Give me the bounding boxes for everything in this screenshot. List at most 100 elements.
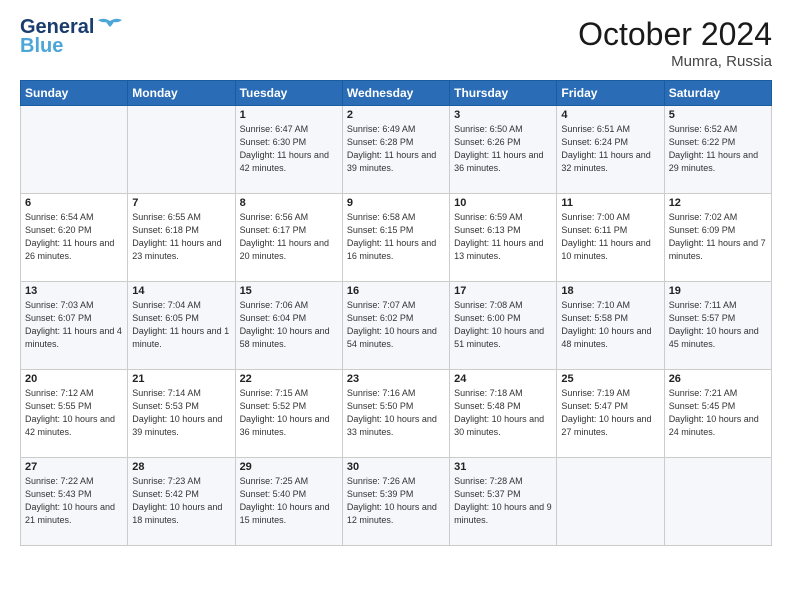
day-info: Sunrise: 7:07 AM Sunset: 6:02 PM Dayligh… [347,299,445,351]
day-info: Sunrise: 7:26 AM Sunset: 5:39 PM Dayligh… [347,475,445,527]
calendar-cell: 30 Sunrise: 7:26 AM Sunset: 5:39 PM Dayli… [342,458,449,546]
calendar-cell: 19Sunrise: 7:11 AM Sunset: 5:57 PM Dayli… [664,282,771,370]
day-number: 22 [240,373,338,385]
calendar-week-row: 20 Sunrise: 7:12 AM Sunset: 5:55 PM Dayli… [21,370,772,458]
title-block: October 2024 Mumra, Russia [578,16,772,70]
day-info: Sunrise: 7:14 AM Sunset: 5:53 PM Dayligh… [132,387,230,439]
calendar-cell: 27 Sunrise: 7:22 AM Sunset: 5:43 PM Dayli… [21,458,128,546]
calendar-cell: 13Sunrise: 7:03 AM Sunset: 6:07 PM Dayli… [21,282,128,370]
calendar-cell: 23Sunrise: 7:16 AM Sunset: 5:50 PM Dayli… [342,370,449,458]
day-info: Sunrise: 6:47 AM Sunset: 6:30 PM Dayligh… [240,123,338,175]
day-info: Sunrise: 7:02 AM Sunset: 6:09 PM Dayligh… [669,211,767,263]
calendar-body: 1 Sunrise: 6:47 AM Sunset: 6:30 PM Daylig… [21,106,772,546]
day-info: Sunrise: 6:49 AM Sunset: 6:28 PM Dayligh… [347,123,445,175]
day-number: 17 [454,285,552,297]
calendar-cell: 25 Sunrise: 7:19 AM Sunset: 5:47 PM Dayli… [557,370,664,458]
day-number: 4 [561,109,659,121]
day-info: Sunrise: 7:06 AM Sunset: 6:04 PM Dayligh… [240,299,338,351]
calendar-header-cell: Sunday [21,81,128,106]
calendar-week-row: 1 Sunrise: 6:47 AM Sunset: 6:30 PM Daylig… [21,106,772,194]
day-number: 16 [347,285,445,297]
logo: General Blue [20,16,124,58]
day-number: 31 [454,461,552,473]
calendar-week-row: 13Sunrise: 7:03 AM Sunset: 6:07 PM Dayli… [21,282,772,370]
day-info: Sunrise: 6:56 AM Sunset: 6:17 PM Dayligh… [240,211,338,263]
day-info: Sunrise: 7:04 AM Sunset: 6:05 PM Dayligh… [132,299,230,351]
day-info: Sunrise: 7:25 AM Sunset: 5:40 PM Dayligh… [240,475,338,527]
day-number: 7 [132,197,230,209]
day-number: 25 [561,373,659,385]
day-number: 3 [454,109,552,121]
calendar-header-cell: Thursday [450,81,557,106]
calendar-cell: 4Sunrise: 6:51 AM Sunset: 6:24 PM Daylig… [557,106,664,194]
calendar-cell: 20 Sunrise: 7:12 AM Sunset: 5:55 PM Dayli… [21,370,128,458]
day-info: Sunrise: 7:11 AM Sunset: 5:57 PM Dayligh… [669,299,767,351]
calendar-cell [557,458,664,546]
calendar-cell: 14 Sunrise: 7:04 AM Sunset: 6:05 PM Dayli… [128,282,235,370]
day-number: 14 [132,285,230,297]
day-info: Sunrise: 7:12 AM Sunset: 5:55 PM Dayligh… [25,387,123,439]
calendar-cell [21,106,128,194]
day-info: Sunrise: 7:18 AM Sunset: 5:48 PM Dayligh… [454,387,552,439]
location: Mumra, Russia [578,53,772,70]
calendar-header-cell: Tuesday [235,81,342,106]
page-header: General Blue October 2024 Mumra, Russia [20,16,772,70]
day-info: Sunrise: 7:28 AM Sunset: 5:37 PM Dayligh… [454,475,552,527]
calendar-cell: 22 Sunrise: 7:15 AM Sunset: 5:52 PM Dayli… [235,370,342,458]
calendar-cell: 12 Sunrise: 7:02 AM Sunset: 6:09 PM Dayli… [664,194,771,282]
day-number: 26 [669,373,767,385]
day-number: 15 [240,285,338,297]
day-number: 5 [669,109,767,121]
calendar-header-cell: Friday [557,81,664,106]
calendar-cell: 17 Sunrise: 7:08 AM Sunset: 6:00 PM Dayli… [450,282,557,370]
calendar-header-row: SundayMondayTuesdayWednesdayThursdayFrid… [21,81,772,106]
day-number: 1 [240,109,338,121]
day-info: Sunrise: 6:58 AM Sunset: 6:15 PM Dayligh… [347,211,445,263]
day-number: 20 [25,373,123,385]
day-info: Sunrise: 7:19 AM Sunset: 5:47 PM Dayligh… [561,387,659,439]
calendar-cell: 21 Sunrise: 7:14 AM Sunset: 5:53 PM Dayli… [128,370,235,458]
calendar-cell [128,106,235,194]
day-info: Sunrise: 7:03 AM Sunset: 6:07 PM Dayligh… [25,299,123,351]
logo-bird-icon [96,17,124,39]
day-number: 10 [454,197,552,209]
day-info: Sunrise: 6:59 AM Sunset: 6:13 PM Dayligh… [454,211,552,263]
calendar-header-cell: Wednesday [342,81,449,106]
day-info: Sunrise: 7:08 AM Sunset: 6:00 PM Dayligh… [454,299,552,351]
calendar-cell [664,458,771,546]
day-number: 12 [669,197,767,209]
day-info: Sunrise: 6:52 AM Sunset: 6:22 PM Dayligh… [669,123,767,175]
day-number: 2 [347,109,445,121]
day-info: Sunrise: 7:22 AM Sunset: 5:43 PM Dayligh… [25,475,123,527]
day-number: 21 [132,373,230,385]
calendar-cell: 29Sunrise: 7:25 AM Sunset: 5:40 PM Dayli… [235,458,342,546]
day-info: Sunrise: 7:23 AM Sunset: 5:42 PM Dayligh… [132,475,230,527]
calendar-header-cell: Saturday [664,81,771,106]
calendar-cell: 2 Sunrise: 6:49 AM Sunset: 6:28 PM Daylig… [342,106,449,194]
day-info: Sunrise: 7:15 AM Sunset: 5:52 PM Dayligh… [240,387,338,439]
calendar-cell: 10 Sunrise: 6:59 AM Sunset: 6:13 PM Dayli… [450,194,557,282]
day-number: 23 [347,373,445,385]
calendar-week-row: 27 Sunrise: 7:22 AM Sunset: 5:43 PM Dayli… [21,458,772,546]
logo-blue: Blue [20,35,63,58]
calendar-cell: 9Sunrise: 6:58 AM Sunset: 6:15 PM Daylig… [342,194,449,282]
day-info: Sunrise: 7:10 AM Sunset: 5:58 PM Dayligh… [561,299,659,351]
calendar-cell: 7Sunrise: 6:55 AM Sunset: 6:18 PM Daylig… [128,194,235,282]
day-number: 30 [347,461,445,473]
calendar-cell: 26 Sunrise: 7:21 AM Sunset: 5:45 PM Dayli… [664,370,771,458]
day-info: Sunrise: 7:00 AM Sunset: 6:11 PM Dayligh… [561,211,659,263]
calendar-cell: 6Sunrise: 6:54 AM Sunset: 6:20 PM Daylig… [21,194,128,282]
calendar-cell: 5 Sunrise: 6:52 AM Sunset: 6:22 PM Daylig… [664,106,771,194]
calendar-cell: 8Sunrise: 6:56 AM Sunset: 6:17 PM Daylig… [235,194,342,282]
calendar-cell: 15 Sunrise: 7:06 AM Sunset: 6:04 PM Dayli… [235,282,342,370]
day-info: Sunrise: 6:50 AM Sunset: 6:26 PM Dayligh… [454,123,552,175]
calendar-cell: 11 Sunrise: 7:00 AM Sunset: 6:11 PM Dayli… [557,194,664,282]
day-number: 27 [25,461,123,473]
calendar-cell: 1 Sunrise: 6:47 AM Sunset: 6:30 PM Daylig… [235,106,342,194]
calendar-table: SundayMondayTuesdayWednesdayThursdayFrid… [20,80,772,546]
calendar-cell: 3 Sunrise: 6:50 AM Sunset: 6:26 PM Daylig… [450,106,557,194]
day-number: 24 [454,373,552,385]
day-info: Sunrise: 7:21 AM Sunset: 5:45 PM Dayligh… [669,387,767,439]
day-number: 11 [561,197,659,209]
calendar-cell: 31 Sunrise: 7:28 AM Sunset: 5:37 PM Dayli… [450,458,557,546]
